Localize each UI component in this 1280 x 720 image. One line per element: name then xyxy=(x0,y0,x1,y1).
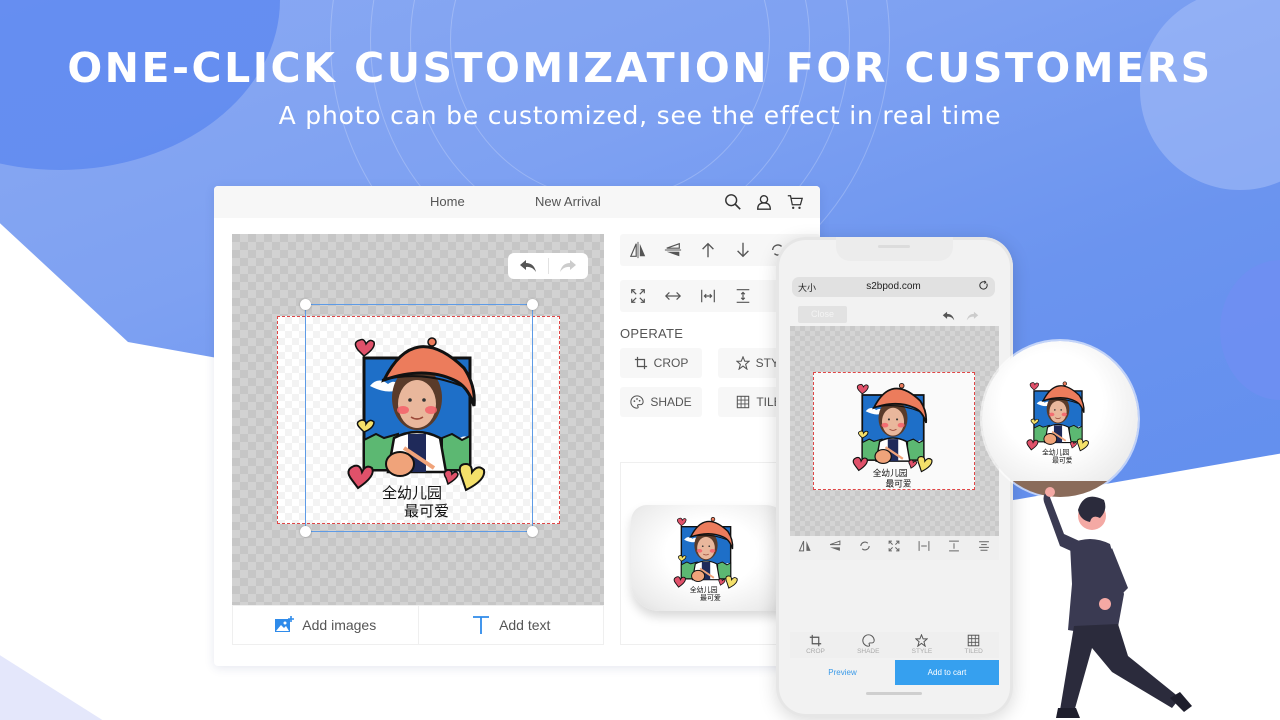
arrow-up-icon[interactable] xyxy=(691,241,725,259)
selection-box[interactable] xyxy=(300,299,538,537)
add-image-icon xyxy=(275,616,295,632)
center-horizontal-icon[interactable] xyxy=(691,287,725,305)
mobile-tab-style[interactable]: STYLE xyxy=(911,632,933,658)
crop-icon xyxy=(634,356,647,370)
reload-icon[interactable] xyxy=(978,280,989,294)
add-images-button[interactable]: Add images xyxy=(233,606,418,644)
cart-icon[interactable] xyxy=(786,193,804,214)
align-icon[interactable] xyxy=(977,539,991,558)
pillow-product-bubble xyxy=(982,341,1138,497)
mobile-tab-crop-label: CROP xyxy=(806,648,825,655)
canvas-actions: Add images Add text xyxy=(232,605,604,645)
flip-horizontal-icon[interactable] xyxy=(798,539,812,558)
preview-button[interactable]: Preview xyxy=(790,660,895,685)
nav-new-arrival-link[interactable]: New Arrival xyxy=(535,194,601,209)
fit-expand-icon[interactable] xyxy=(621,287,655,305)
desktop-editor-window: Home New Arrival Add images Add text OPE… xyxy=(214,186,820,666)
phone-notch xyxy=(836,237,953,261)
center-horizontal-icon[interactable] xyxy=(917,539,931,558)
crop-icon xyxy=(809,634,822,647)
resize-handle-top-left[interactable] xyxy=(300,299,311,310)
add-to-cart-button[interactable]: Add to cart xyxy=(895,660,999,685)
bubble-artwork xyxy=(1024,367,1092,471)
hero-subtitle: A photo can be customized, see the effec… xyxy=(278,101,1002,130)
palette-icon xyxy=(630,395,644,409)
hero-title: ONE-CLICK CUSTOMIZATION FOR CUSTOMERS xyxy=(67,44,1213,92)
browser-url-bar[interactable]: 大小 s2bpod.com xyxy=(792,277,995,297)
top-navigation: Home New Arrival xyxy=(214,186,820,218)
undo-icon[interactable] xyxy=(942,308,955,326)
url-text: s2bpod.com xyxy=(866,281,921,292)
add-text-label: Add text xyxy=(499,617,551,633)
redo-button[interactable] xyxy=(549,253,589,279)
crop-label: CROP xyxy=(653,356,689,370)
operate-heading: OPERATE xyxy=(620,326,684,341)
shade-button[interactable]: SHADE xyxy=(620,387,702,417)
text-icon xyxy=(473,616,490,634)
design-canvas[interactable] xyxy=(232,234,604,605)
center-vertical-icon[interactable] xyxy=(947,539,961,558)
palette-icon xyxy=(862,634,875,647)
mobile-tab-tiled[interactable]: TILED xyxy=(964,632,983,658)
mobile-artwork[interactable] xyxy=(847,373,939,489)
grid-icon xyxy=(737,395,750,409)
person-illustration xyxy=(1043,487,1192,718)
redo-icon xyxy=(560,260,577,272)
flip-horizontal-icon[interactable] xyxy=(621,241,655,259)
resize-handle-top-right[interactable] xyxy=(527,299,538,310)
resize-handle-bottom-left[interactable] xyxy=(300,526,311,537)
mobile-bottom-tabs: CROP SHADE STYLE TILED xyxy=(790,632,999,658)
user-icon[interactable] xyxy=(755,193,773,214)
center-vertical-icon[interactable] xyxy=(726,287,760,305)
search-icon[interactable] xyxy=(724,193,742,214)
mobile-transform-toolbar xyxy=(790,536,999,560)
mobile-tab-crop[interactable]: CROP xyxy=(806,632,825,658)
shade-label: SHADE xyxy=(650,395,692,409)
mobile-tab-style-label: STYLE xyxy=(911,648,933,655)
undo-button[interactable] xyxy=(508,253,548,279)
mobile-tab-shade[interactable]: SHADE xyxy=(857,632,879,658)
close-button[interactable]: Close xyxy=(798,306,847,323)
undo-redo-group xyxy=(508,253,588,279)
mobile-tab-shade-label: SHADE xyxy=(857,648,880,655)
crop-button[interactable]: CROP xyxy=(620,348,702,378)
star-icon xyxy=(735,356,750,370)
flip-vertical-icon[interactable] xyxy=(828,539,842,558)
mobile-phone-mockup: 大小 s2bpod.com Close CROP SHADE STYLE TIL… xyxy=(776,237,1013,717)
grid-icon xyxy=(967,634,980,647)
resize-handle-bottom-right[interactable] xyxy=(527,526,538,537)
star-icon xyxy=(915,634,929,647)
stretch-horizontal-icon[interactable] xyxy=(656,287,690,305)
mobile-action-bar: Preview Add to cart xyxy=(790,660,999,685)
home-indicator xyxy=(866,692,922,695)
pillow-artwork xyxy=(671,509,741,602)
rotate-icon[interactable] xyxy=(858,539,872,558)
nav-home-link[interactable]: Home xyxy=(430,194,465,209)
flip-vertical-icon[interactable] xyxy=(656,241,690,259)
mobile-design-canvas[interactable] xyxy=(790,326,999,536)
add-text-button[interactable]: Add text xyxy=(417,606,604,644)
fit-expand-icon[interactable] xyxy=(887,539,901,558)
add-images-label: Add images xyxy=(302,617,377,633)
arrow-down-icon[interactable] xyxy=(726,241,760,259)
mobile-tab-tiled-label: TILED xyxy=(964,648,983,655)
undo-icon xyxy=(519,260,536,272)
redo-icon[interactable] xyxy=(966,308,979,326)
